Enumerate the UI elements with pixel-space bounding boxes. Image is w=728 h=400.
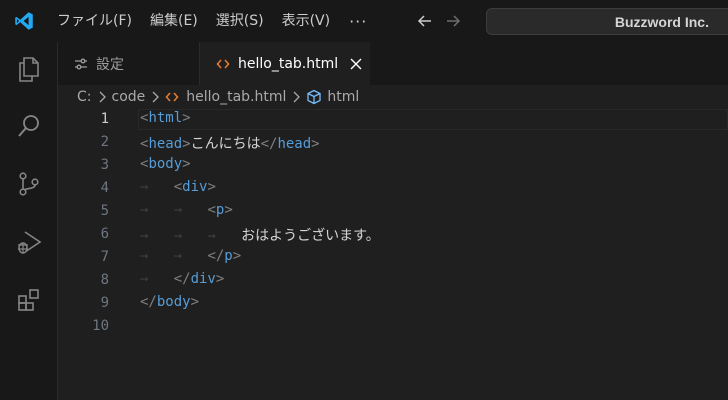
line-number: 2 [100, 134, 109, 150]
bracket: </ [260, 136, 278, 152]
menu-selection[interactable]: 選択(S) [207, 0, 273, 42]
tag-name: p [224, 248, 233, 264]
menu-file[interactable]: ファイル(F) [48, 0, 141, 42]
line-number: 5 [100, 203, 109, 219]
bracket: </ [173, 271, 191, 287]
code-content: <head>こんにちは</head> [140, 133, 320, 153]
breadcrumb-folder[interactable]: code [112, 89, 146, 105]
breadcrumb-drive[interactable]: C: [77, 89, 92, 105]
command-center-search[interactable]: Buzzword Inc. [486, 8, 728, 35]
indent-whitespace: → [140, 179, 174, 195]
editor-tab-bar: 設定 hello_tab.html [58, 42, 728, 85]
code-content: → → → おはようございます。 [140, 225, 380, 245]
code-content: <body> [140, 156, 191, 172]
activity-bar [0, 42, 58, 400]
code-line: 8 → </div> [58, 270, 728, 293]
code-content: <html> [140, 110, 191, 126]
tag-name: head [277, 136, 312, 152]
code-content: → → </p> [140, 248, 241, 264]
code-line: 10 [58, 316, 728, 339]
chevron-right-icon [151, 91, 160, 103]
symbol-cube-icon [306, 89, 322, 105]
title-bar: ファイル(F) 編集(E) 選択(S) 表示(V) ··· Buzzword I… [0, 0, 728, 42]
code-content: → <div> [140, 179, 216, 195]
bracket: > [207, 179, 216, 195]
vscode-logo-icon [0, 0, 48, 42]
line-number: 9 [100, 295, 109, 311]
files-icon[interactable] [12, 52, 46, 86]
close-icon[interactable] [350, 58, 362, 70]
tab-label: hello_tab.html [238, 55, 339, 72]
code-line: 3 <body> [58, 155, 728, 178]
line-number: 1 [100, 111, 109, 127]
breadcrumb-symbol[interactable]: html [306, 89, 359, 105]
settings-sliders-icon [74, 57, 88, 71]
text-content: こんにちは [190, 136, 261, 152]
back-arrow-icon[interactable] [411, 7, 439, 35]
indent-whitespace: → → [140, 248, 208, 264]
bracket: < [173, 179, 183, 195]
indent-whitespace: → → [140, 202, 208, 218]
indent-whitespace: → [140, 271, 174, 287]
html-code-icon [216, 57, 230, 71]
tag-name: head [148, 136, 183, 152]
navigation-arrows [411, 7, 467, 35]
breadcrumb: C: code hello_tab.html html [58, 85, 728, 109]
code-line: 5 → → <p> [58, 201, 728, 224]
tab-settings[interactable]: 設定 [58, 42, 200, 85]
line-number: 6 [100, 226, 109, 242]
tab-label: 設定 [96, 56, 124, 73]
code-content: </body> [140, 294, 199, 310]
run-debug-icon[interactable] [12, 225, 46, 259]
source-control-icon[interactable] [12, 167, 46, 201]
code-line: 7 → → </p> [58, 247, 728, 270]
menu-edit[interactable]: 編集(E) [141, 0, 207, 42]
code-line: 6 → → → おはようございます。 [58, 224, 728, 247]
tag-name: body [156, 294, 191, 310]
line-number: 8 [100, 272, 109, 288]
text-content: おはようございます。 [241, 228, 380, 244]
tag-name: div [190, 271, 216, 287]
code-content: → </div> [140, 271, 224, 287]
line-number: 4 [100, 180, 109, 196]
forward-arrow-icon[interactable] [439, 7, 467, 35]
code-line: 2 <head>こんにちは</head> [58, 132, 728, 155]
code-content: → → <p> [140, 202, 233, 218]
bracket: </ [140, 294, 157, 310]
line-number: 7 [100, 249, 109, 265]
bracket: > [224, 202, 233, 218]
bracket: > [215, 271, 225, 287]
menu-view[interactable]: 表示(V) [273, 0, 340, 42]
chevron-right-icon [98, 91, 106, 103]
bracket: > [182, 110, 191, 126]
tag-name: div [182, 179, 208, 195]
extensions-icon[interactable] [12, 282, 46, 316]
bracket: < [207, 202, 216, 218]
bracket: > [311, 136, 320, 152]
search-icon[interactable] [12, 109, 46, 143]
menu-bar: ファイル(F) 編集(E) 選択(S) 表示(V) ··· [48, 0, 377, 42]
bracket: </ [207, 248, 225, 264]
code-line: 4 → <div> [58, 178, 728, 201]
indent-whitespace: → → → [140, 228, 242, 244]
breadcrumb-file-label: hello_tab.html [186, 89, 287, 105]
line-number: 3 [100, 157, 109, 173]
tag-name: html [148, 110, 183, 126]
code-line: 1 <html> [58, 109, 728, 132]
breadcrumb-symbol-label: html [327, 89, 360, 105]
line-number: 10 [92, 318, 109, 334]
code-editor[interactable]: 1 <html> 2 <head>こんにちは</head> 3 <body> 4 → <div… [58, 109, 728, 400]
bracket: > [182, 136, 191, 152]
breadcrumb-file[interactable]: hello_tab.html [165, 89, 286, 105]
chevron-right-icon [292, 91, 301, 103]
bracket: > [232, 248, 242, 264]
tab-hello-tab-html[interactable]: hello_tab.html [200, 42, 370, 85]
tag-name: body [148, 156, 183, 172]
bracket: > [190, 294, 200, 310]
bracket: > [182, 156, 191, 172]
more-menu-button[interactable]: ··· [339, 12, 377, 31]
code-line: 9 </body> [58, 293, 728, 316]
html-code-icon [165, 90, 179, 104]
